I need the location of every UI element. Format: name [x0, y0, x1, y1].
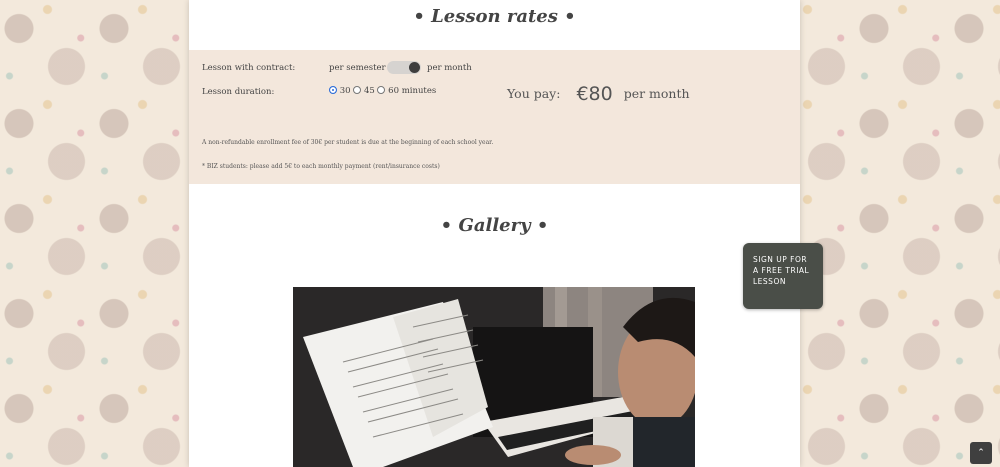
duration-options: 30 45 60 minutes: [329, 85, 437, 96]
duration-option-30: 30: [339, 86, 351, 96]
piano-photo-illustration: [293, 287, 695, 467]
duration-label: Lesson duration:: [202, 87, 275, 97]
duration-radio-45[interactable]: [353, 85, 362, 94]
per-month-label: per month: [427, 63, 472, 73]
you-pay-line: You pay: €80 per month: [507, 81, 690, 105]
free-trial-signup-button[interactable]: Sign up for a free trial lesson: [743, 243, 823, 309]
contract-period-toggle[interactable]: [387, 61, 421, 74]
duration-option-60: 60 minutes: [388, 86, 437, 96]
duration-radio-30[interactable]: [329, 85, 337, 94]
gallery-title: • Gallery •: [440, 215, 549, 236]
you-pay-label: You pay:: [507, 86, 561, 101]
price-value: €80: [576, 83, 613, 105]
lesson-rates-title: • Lesson rates •: [413, 6, 576, 27]
content-panel: • Lesson rates • Lesson with contract: p…: [189, 0, 800, 467]
contract-label: Lesson with contract:: [202, 63, 296, 73]
toggle-knob: [409, 62, 420, 73]
gallery-photo-piano-student[interactable]: [293, 287, 695, 467]
duration-option-45: 45: [363, 86, 375, 96]
enrollment-note: A non-refundable enrollment fee of 30€ p…: [202, 139, 494, 146]
price-unit: per month: [623, 86, 690, 101]
per-semester-label: per semester: [329, 63, 386, 73]
biz-note: * BIZ students: please add 5€ to each mo…: [202, 163, 440, 170]
rates-box: Lesson with contract: per semester per m…: [189, 50, 800, 184]
chevron-up-icon: ⌃: [977, 448, 985, 458]
duration-radio-60[interactable]: [377, 85, 386, 94]
scroll-to-top-button[interactable]: ⌃: [970, 442, 992, 464]
